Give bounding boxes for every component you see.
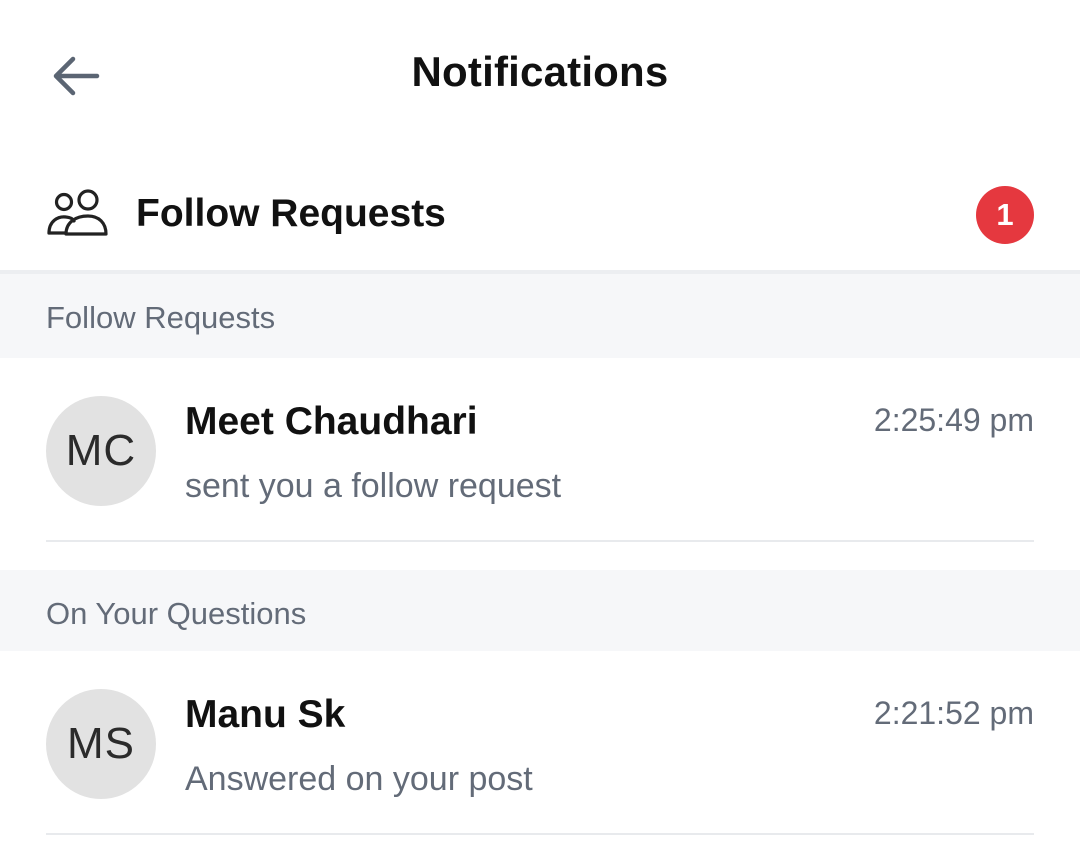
notification-message: Answered on your post: [185, 760, 533, 798]
notification-user-name: Meet Chaudhari: [185, 400, 478, 443]
notification-user-name: Manu Sk: [185, 693, 346, 736]
follow-requests-row[interactable]: Follow Requests 1: [0, 158, 1080, 270]
section-label: On Your Questions: [46, 596, 307, 631]
avatar: MS: [46, 689, 156, 799]
notification-time: 2:21:52 pm: [873, 695, 1034, 731]
notification-time: 2:25:49 pm: [873, 402, 1034, 438]
notification-message: sent you a follow request: [185, 467, 562, 505]
follow-requests-count-badge: 1: [976, 186, 1034, 244]
notifications-screen: Notifications Follow Requests 1 Follow R…: [0, 0, 1080, 842]
section-header-on-your-questions: On Your Questions: [0, 570, 1080, 654]
header: Notifications: [0, 0, 1080, 150]
page-title: Notifications: [411, 48, 669, 95]
people-icon: [47, 189, 108, 236]
item-divider: [46, 540, 1034, 542]
follow-requests-label: Follow Requests: [136, 192, 446, 235]
section-label: Follow Requests: [46, 300, 276, 335]
item-divider: [46, 833, 1034, 835]
section-header-follow-requests: Follow Requests: [0, 274, 1080, 358]
notification-item[interactable]: MC Meet Chaudhari sent you a follow requ…: [0, 358, 1080, 542]
avatar: MC: [46, 396, 156, 506]
notification-item[interactable]: MS Manu Sk Answered on your post 2:21:52…: [0, 651, 1080, 835]
